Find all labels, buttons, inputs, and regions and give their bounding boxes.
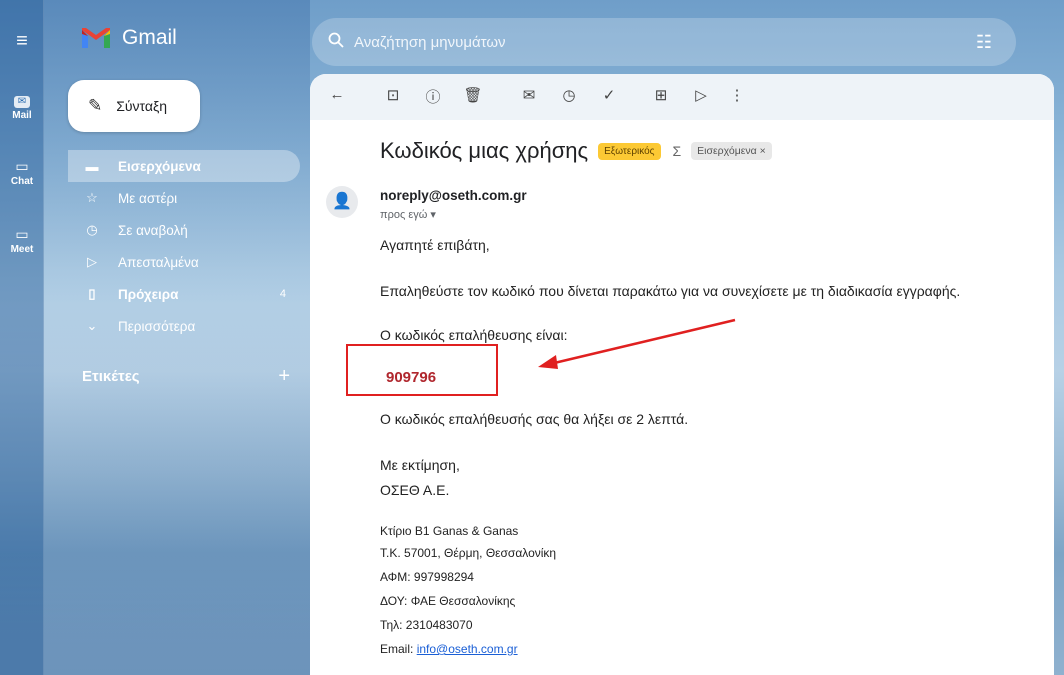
nav-item-snoozed[interactable]: ◷ Σε αναβολή bbox=[68, 214, 300, 246]
inbox-label-chip[interactable]: Εισερχόμενα × bbox=[691, 142, 772, 160]
draft-icon: ▯ bbox=[88, 286, 96, 301]
gmail-m-icon bbox=[80, 26, 112, 50]
nav-item-starred[interactable]: ☆ Με αστέρι bbox=[68, 182, 300, 214]
nav-label: Με αστέρι bbox=[118, 190, 178, 206]
nav-item-inbox[interactable]: ▬ Εισερχόμενα bbox=[68, 150, 300, 182]
add-task-icon[interactable]: ✓ bbox=[598, 86, 620, 104]
footer-email-label: Email: bbox=[380, 642, 417, 656]
search-options-icon[interactable]: ☷ bbox=[976, 32, 992, 53]
footer-address1: Κτίριο Β1 Ganas & Ganas bbox=[380, 524, 519, 538]
search-bar[interactable]: Αναζήτηση μηνυμάτων ☷ bbox=[312, 18, 1016, 66]
chat-icon: ▭ bbox=[15, 158, 29, 174]
inbox-icon: ▬ bbox=[85, 158, 99, 174]
greeting: Αγαπητέ επιβάτη, bbox=[380, 237, 490, 253]
report-spam-icon[interactable]: ⓘ bbox=[422, 86, 444, 107]
archive-icon[interactable]: ⊡ bbox=[382, 86, 404, 104]
app-rail: ≡ ✉ Mail ▭ Chat ▭ Meet bbox=[0, 0, 44, 675]
rail-label-chat: Chat bbox=[10, 176, 34, 187]
nav-item-more[interactable]: ⌄ Περισσότερα bbox=[68, 310, 300, 342]
folder-nav: ▬ Εισερχόμενα ☆ Με αστέρι ◷ Σε αναβολή ▷… bbox=[68, 150, 300, 342]
move-to-icon[interactable]: ⊞ bbox=[650, 86, 672, 104]
nav-label: Εισερχόμενα bbox=[118, 158, 201, 174]
drafts-count: 4 bbox=[279, 288, 286, 300]
more-options-icon[interactable]: ⋮ bbox=[726, 86, 748, 104]
rail-item-mail[interactable]: ✉ Mail bbox=[0, 96, 44, 121]
mark-unread-icon[interactable]: ✉ bbox=[518, 86, 540, 104]
label-icon[interactable]: ▷ bbox=[690, 86, 712, 104]
expiry-text: Ο κωδικός επαλήθευσής σας θα λήξει σε 2 … bbox=[380, 411, 689, 427]
compose-button[interactable]: ✎ Σύνταξη bbox=[68, 80, 200, 132]
rail-label-mail: Mail bbox=[12, 110, 32, 121]
rail-item-chat[interactable]: ▭ Chat bbox=[0, 158, 44, 187]
email-subject-row: Κωδικός μιας χρήσης Εξωτερικός Σ Εισερχό… bbox=[380, 138, 772, 164]
regards-text: Με εκτίμηση, bbox=[380, 457, 460, 473]
sender-address[interactable]: noreply@oseth.com.gr bbox=[380, 188, 527, 203]
importance-marker-icon[interactable]: Σ bbox=[673, 143, 682, 159]
back-arrow-icon[interactable]: ← bbox=[326, 86, 348, 103]
instruction-text: Επαληθεύστε τον κωδικό που δίνεται παρακ… bbox=[380, 283, 961, 299]
labels-section: Ετικέτες + bbox=[82, 366, 290, 386]
pencil-icon: ✎ bbox=[88, 96, 103, 115]
footer-afm: ΑΦΜ: 997998294 bbox=[380, 570, 474, 584]
chevron-down-icon: ⌄ bbox=[86, 318, 98, 333]
snooze-icon[interactable]: ◷ bbox=[558, 86, 580, 104]
email-toolbar: ← ⊡ ⓘ 🗑 ✉ ◷ ✓ ⊞ ▷ ⋮ bbox=[310, 74, 1054, 120]
star-icon: ☆ bbox=[86, 190, 98, 205]
search-icon[interactable] bbox=[328, 32, 346, 53]
nav-label: Σε αναβολή bbox=[118, 222, 188, 238]
send-icon: ▷ bbox=[87, 254, 97, 269]
nav-item-drafts[interactable]: ▯ Πρόχειρα 4 bbox=[68, 278, 300, 310]
footer-doy: ΔΟΥ: ΦΑΕ Θεσσαλονίκης bbox=[380, 594, 516, 608]
nav-label: Απεσταλμένα bbox=[118, 254, 199, 270]
app-name: Gmail bbox=[122, 26, 177, 49]
footer-phone: Τηλ: 2310483070 bbox=[380, 618, 473, 632]
nav-label: Πρόχειρα bbox=[118, 286, 179, 302]
nav-item-sent[interactable]: ▷ Απεσταλμένα bbox=[68, 246, 300, 278]
clock-icon: ◷ bbox=[86, 222, 98, 237]
add-label-icon[interactable]: + bbox=[278, 366, 290, 386]
nav-label: Περισσότερα bbox=[118, 318, 196, 334]
main-menu-icon[interactable]: ≡ bbox=[12, 31, 32, 52]
video-icon: ▭ bbox=[15, 226, 29, 242]
rail-item-meet[interactable]: ▭ Meet bbox=[0, 226, 44, 255]
recipient-details[interactable]: προς εγώ ▾ bbox=[380, 208, 436, 221]
company-name: ΟΣΕΘ Α.Ε. bbox=[380, 482, 450, 498]
search-input[interactable]: Αναζήτηση μηνυμάτων bbox=[354, 34, 506, 51]
verification-code: 909796 bbox=[386, 369, 437, 386]
sender-avatar: 👤 bbox=[326, 186, 358, 218]
rail-label-meet: Meet bbox=[10, 244, 34, 255]
labels-heading: Ετικέτες bbox=[82, 368, 140, 385]
email-link[interactable]: info@oseth.com.gr bbox=[417, 642, 518, 656]
delete-icon[interactable]: 🗑 bbox=[462, 86, 484, 104]
email-subject: Κωδικός μιας χρήσης bbox=[380, 138, 589, 163]
compose-label: Σύνταξη bbox=[116, 98, 168, 114]
email-view: ← ⊡ ⓘ 🗑 ✉ ◷ ✓ ⊞ ▷ ⋮ Κωδικός μιας χρήσης … bbox=[310, 74, 1054, 675]
mail-icon: ✉ bbox=[14, 96, 30, 108]
external-tag: Εξωτερικός bbox=[598, 142, 661, 160]
annotation-arrow bbox=[538, 318, 736, 369]
footer-address2: Τ.Κ. 57001, Θέρμη, Θεσσαλονίκη bbox=[380, 546, 557, 560]
gmail-logo[interactable]: Gmail bbox=[80, 26, 177, 50]
footer-email: Email: info@oseth.com.gr bbox=[380, 642, 518, 656]
